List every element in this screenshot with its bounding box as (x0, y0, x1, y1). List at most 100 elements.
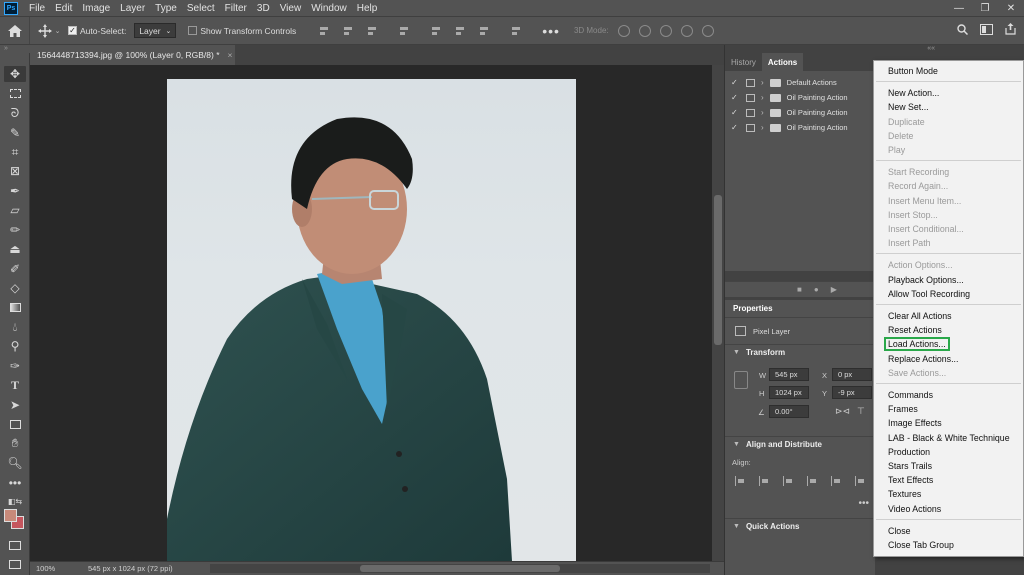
auto-select-target-dropdown[interactable]: Layer ⌄ (134, 23, 177, 38)
check-icon[interactable]: ✓ (731, 108, 741, 117)
chevron-right-icon[interactable]: › (761, 108, 764, 117)
align-right-edges-icon[interactable] (366, 25, 378, 37)
menu-item-video-actions[interactable]: Video Actions (874, 502, 1023, 516)
check-icon[interactable]: ✓ (731, 78, 741, 87)
more-options-button[interactable]: ••• (542, 23, 560, 39)
history-brush-tool[interactable]: ✐ (7, 261, 23, 277)
move-tool[interactable]: ✥ (4, 66, 26, 82)
align-top-edges-icon[interactable] (430, 25, 442, 37)
align-right-icon[interactable] (783, 476, 793, 486)
close-tab-icon[interactable]: × (228, 50, 233, 60)
align-left-icon[interactable] (735, 476, 745, 486)
eraser-tool[interactable]: ◇ (7, 280, 23, 296)
vertical-scroll-thumb[interactable] (714, 195, 722, 345)
menu-file[interactable]: File (24, 3, 50, 14)
share-icon[interactable] (1005, 23, 1016, 35)
align-distribute-section-header[interactable]: ▼ Align and Distribute (725, 436, 875, 452)
menu-select[interactable]: Select (182, 3, 220, 14)
menu-item-reset-actions[interactable]: Reset Actions (874, 323, 1023, 337)
menu-item-new-action[interactable]: New Action... (874, 86, 1023, 100)
menu-image[interactable]: Image (77, 3, 115, 14)
menu-type[interactable]: Type (150, 3, 182, 14)
document-tab[interactable]: 1564448713394.jpg @ 100% (Layer 0, RGB/8… (30, 45, 235, 65)
brush-tool[interactable]: ✏ (7, 222, 23, 238)
align-middle-icon[interactable] (831, 476, 841, 486)
rectangle-tool[interactable] (7, 416, 23, 432)
link-dimensions-button[interactable] (734, 371, 748, 389)
minimize-button[interactable]: — (946, 0, 972, 16)
align-bottom-icon[interactable] (855, 476, 865, 486)
swap-colors-button[interactable]: ◧⇆ (7, 493, 23, 509)
quick-mask-button[interactable] (7, 537, 23, 553)
menu-item-commands[interactable]: Commands (874, 388, 1023, 402)
properties-tab[interactable]: Properties (725, 300, 875, 318)
dialog-toggle-icon[interactable] (746, 93, 755, 102)
menu-item-textures[interactable]: Textures (874, 487, 1023, 501)
dialog-toggle-icon[interactable] (746, 78, 755, 87)
type-tool[interactable]: T (7, 377, 23, 393)
menu-item-production[interactable]: Production (874, 445, 1023, 459)
menu-window[interactable]: Window (306, 3, 352, 14)
tab-history[interactable]: History (725, 53, 762, 71)
pen-tool[interactable]: ✑ (7, 358, 23, 374)
search-icon[interactable] (957, 23, 968, 35)
action-set-row[interactable]: ✓ › Oil Painting Action (725, 105, 875, 120)
menu-item-close[interactable]: Close (874, 524, 1023, 538)
marquee-tool[interactable] (7, 85, 23, 101)
blur-tool[interactable]: 💧︎ (7, 319, 23, 335)
3d-orbit-icon[interactable] (617, 24, 630, 37)
3d-pan-icon[interactable] (659, 24, 672, 37)
menu-item-lab-black-white-technique[interactable]: LAB - Black & White Technique (874, 431, 1023, 445)
menu-item-close-tab-group[interactable]: Close Tab Group (874, 538, 1023, 552)
dialog-toggle-icon[interactable] (746, 123, 755, 132)
angle-field[interactable]: 0.00° (769, 405, 809, 418)
quick-selection-tool[interactable]: ✎ (7, 125, 23, 141)
more-options-icon[interactable]: ••• (858, 498, 869, 509)
flip-horizontal-icon[interactable]: ⊳⊲ (835, 406, 850, 417)
panel-collapse-handle[interactable]: «« (725, 45, 1024, 53)
record-icon[interactable]: ● (814, 285, 819, 294)
width-field[interactable]: 545 px (769, 368, 809, 381)
action-set-row[interactable]: ✓ › Default Actions (725, 75, 875, 90)
play-icon[interactable]: ▶ (831, 285, 837, 294)
menu-item-frames[interactable]: Frames (874, 402, 1023, 416)
hand-tool[interactable]: ✋︎ (7, 435, 23, 451)
menu-item-replace-actions[interactable]: Replace Actions... (874, 352, 1023, 366)
transform-section-header[interactable]: ▼ Transform (725, 344, 875, 360)
menu-view[interactable]: View (275, 3, 307, 14)
menu-item-clear-all-actions[interactable]: Clear All Actions (874, 309, 1023, 323)
close-window-button[interactable]: ✕ (998, 0, 1024, 16)
vertical-scrollbar[interactable] (712, 65, 724, 561)
3d-scale-icon[interactable] (701, 24, 714, 37)
action-set-row[interactable]: ✓ › Oil Painting Action (725, 120, 875, 135)
align-center-icon[interactable] (759, 476, 769, 486)
menu-item-stars-trails[interactable]: Stars Trails (874, 459, 1023, 473)
x-field[interactable]: 0 px (832, 368, 872, 381)
menu-filter[interactable]: Filter (220, 3, 252, 14)
frame-tool[interactable]: ⊠ (7, 163, 23, 179)
quick-actions-section-header[interactable]: ▼ Quick Actions (725, 518, 875, 534)
zoom-field[interactable]: 100% (30, 564, 64, 573)
healing-brush-tool[interactable]: ▱ (7, 202, 23, 218)
chevron-right-icon[interactable]: › (761, 93, 764, 102)
foreground-color-swatch[interactable] (4, 509, 17, 522)
menu-item-allow-tool-recording[interactable]: Allow Tool Recording (874, 287, 1023, 301)
dialog-toggle-icon[interactable] (746, 108, 755, 117)
menu-3d[interactable]: 3D (252, 3, 275, 14)
menu-layer[interactable]: Layer (115, 3, 150, 14)
show-transform-checkbox[interactable]: Show Transform Controls (188, 26, 296, 36)
auto-select-checkbox[interactable]: ✓ Auto-Select: (68, 26, 126, 36)
align-vertical-centers-icon[interactable] (454, 25, 466, 37)
gradient-tool[interactable] (7, 299, 23, 315)
check-icon[interactable]: ✓ (731, 123, 741, 132)
menu-item-new-set[interactable]: New Set... (874, 100, 1023, 114)
menu-item-playback-options[interactable]: Playback Options... (874, 273, 1023, 287)
menu-help[interactable]: Help (352, 3, 383, 14)
distribute-horizontal-icon[interactable] (510, 25, 522, 37)
align-left-edges-icon[interactable] (318, 25, 330, 37)
move-tool-preset[interactable]: ⌄ (30, 23, 68, 38)
tab-actions[interactable]: Actions (761, 53, 804, 71)
align-horizontal-centers-icon[interactable] (342, 25, 354, 37)
menu-edit[interactable]: Edit (50, 3, 77, 14)
horizontal-scrollbar[interactable] (210, 564, 710, 573)
